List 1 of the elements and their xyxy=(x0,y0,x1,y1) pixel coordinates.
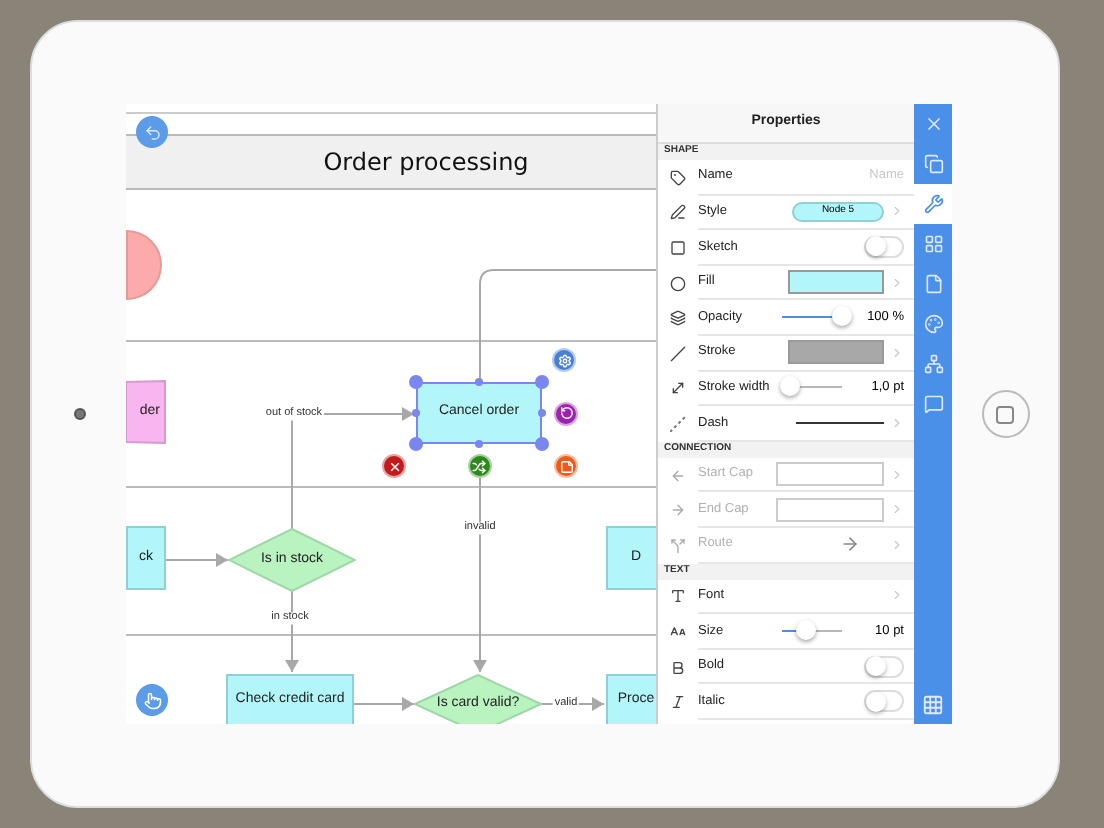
diagram-title: Order processing xyxy=(323,146,529,180)
